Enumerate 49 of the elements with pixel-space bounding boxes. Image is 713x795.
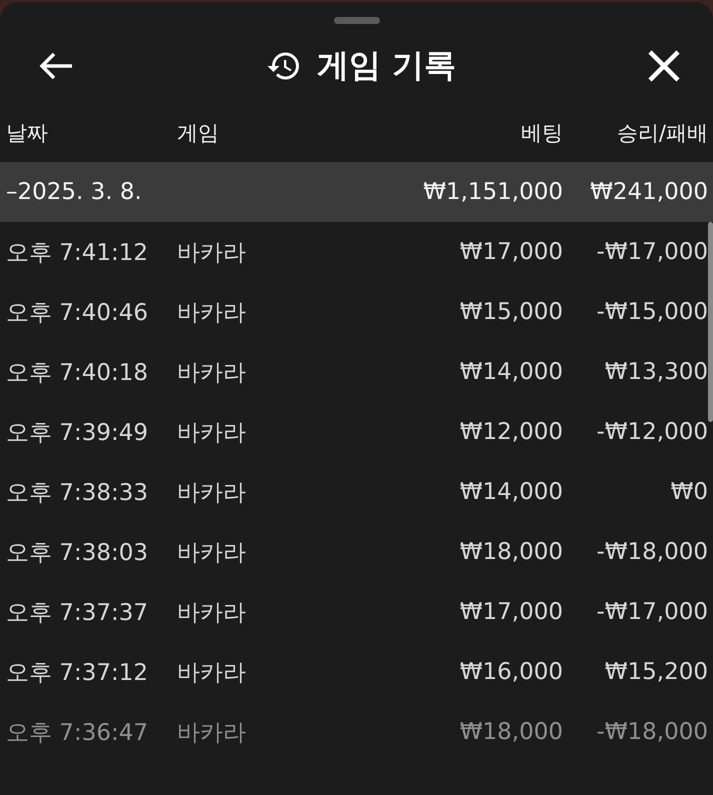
bet-cell-text: ₩16,000 xyxy=(458,659,563,685)
dialog-title: 게임 기록 xyxy=(316,45,456,86)
bet-cell-text: ₩17,000 xyxy=(458,599,563,625)
date-cell-text: 오후 7:40:18 xyxy=(6,358,149,388)
date-cell-text: 오후 7:38:33 xyxy=(6,478,149,508)
date-cell-text: 오후 7:41:12 xyxy=(6,238,149,268)
result-cell-text: -₩18,000 xyxy=(595,719,708,745)
game-cell-text: 바카라 xyxy=(177,238,247,268)
total-result: ₩241,000 xyxy=(589,179,708,205)
date-cell-text: 오후 7:36:47 xyxy=(6,718,149,748)
bet-cell-text: ₩14,000 xyxy=(458,359,563,385)
back-arrow-icon xyxy=(38,51,74,81)
date-cell-text: 오후 7:37:12 xyxy=(6,658,149,688)
column-header: 승리/패배 xyxy=(616,120,708,147)
result-cell-text: -₩15,000 xyxy=(595,299,708,325)
bet-cell-text: ₩18,000 xyxy=(458,539,563,565)
game-cell-text: 바카라 xyxy=(177,418,247,448)
game-cell-text: 바카라 xyxy=(177,658,247,688)
bet-cell-text: ₩18,000 xyxy=(458,719,563,745)
game-cell-text: 바카라 xyxy=(177,538,247,568)
result-cell-text: -₩12,000 xyxy=(595,419,708,445)
date-cell-text: 오후 7:38:03 xyxy=(6,538,149,568)
bet-cell-text: ₩17,000 xyxy=(458,239,563,265)
scrollbar[interactable] xyxy=(708,222,713,422)
column-header: 날짜 xyxy=(6,120,49,147)
date-group-label: –2025. 3. 8. xyxy=(6,179,143,205)
drag-handle[interactable] xyxy=(334,17,380,24)
result-cell-text: ₩15,200 xyxy=(604,659,708,685)
date-cell-text: 오후 7:39:49 xyxy=(6,418,149,448)
date-cell-text: 오후 7:37:37 xyxy=(6,598,149,628)
result-cell-text: ₩0 xyxy=(670,479,708,505)
result-cell-text: -₩18,000 xyxy=(595,539,708,565)
bet-cell-text: ₩12,000 xyxy=(458,419,563,445)
bet-cell-text: ₩15,000 xyxy=(458,299,563,325)
total-bet: ₩1,151,000 xyxy=(422,179,563,205)
bet-cell-text: ₩14,000 xyxy=(458,479,563,505)
column-header: 베팅 xyxy=(520,120,563,147)
game-cell-text: 바카라 xyxy=(177,598,247,628)
game-cell-text: 바카라 xyxy=(177,358,247,388)
game-cell-text: 바카라 xyxy=(177,718,247,748)
game-cell-text: 바카라 xyxy=(177,298,247,328)
date-cell-text: 오후 7:40:46 xyxy=(6,298,149,328)
close-icon xyxy=(646,49,681,83)
result-cell-text: -₩17,000 xyxy=(595,239,708,265)
result-cell-text: -₩17,000 xyxy=(595,599,708,625)
date-group-row[interactable]: –2025. 3. 8. ₩1,151,000 ₩241,000 xyxy=(0,162,713,222)
game-cell-text: 바카라 xyxy=(177,478,247,508)
result-cell-text: ₩13,300 xyxy=(604,359,708,385)
column-header: 게임 xyxy=(177,120,220,147)
